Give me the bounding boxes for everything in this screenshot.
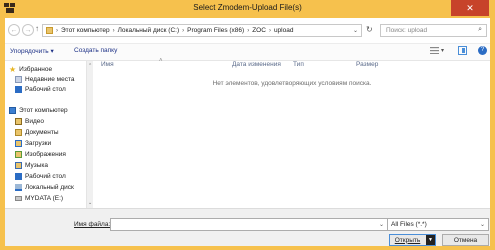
star-icon: ★ <box>9 65 17 74</box>
empty-message: Нет элементов, удовлетворяющих условиям … <box>212 80 372 87</box>
column-header-date[interactable]: Дата изменения <box>232 61 281 68</box>
view-dropdown-icon[interactable]: ▾ <box>441 47 444 54</box>
sidebar-item-video[interactable]: Видео <box>15 117 44 126</box>
folder-icon <box>46 27 53 34</box>
back-button[interactable]: ← <box>8 24 20 36</box>
help-icon[interactable]: ? <box>478 46 487 55</box>
scroll-up-icon[interactable]: ⌃ <box>88 63 92 69</box>
sort-indicator-icon: ˄ <box>159 58 163 64</box>
sidebar-item-desktop[interactable]: Рабочий стол <box>15 85 66 94</box>
sidebar-item-local-disk[interactable]: Локальный диск <box>15 183 74 192</box>
sidebar-item-pictures[interactable]: Изображения <box>15 150 66 159</box>
file-type-value: All Files (*.*) <box>391 221 427 228</box>
recent-places-icon <box>15 76 22 83</box>
sidebar-item-label: Документы <box>25 129 59 136</box>
sidebar-item-label: Загрузки <box>25 140 52 147</box>
favorites-group[interactable]: ★ Избранное <box>9 65 52 74</box>
address-bar[interactable]: › Этот компьютер › Локальный диск (C:) ›… <box>42 24 362 37</box>
open-dropdown-icon[interactable]: ▼ <box>426 235 435 245</box>
address-history-dropdown[interactable]: ⌄ <box>353 27 358 34</box>
sidebar-item-mydata[interactable]: MYDATA (E:) <box>15 194 63 203</box>
chevron-down-icon: ⌄ <box>353 28 359 34</box>
sidebar-item-desktop-folder[interactable]: Рабочий стол <box>15 172 66 181</box>
command-toolbar: Упорядочить ▾ Создать папку ▾ ? <box>5 44 490 61</box>
navigation-bar: ← → ↑ › Этот компьютер › Локальный диск … <box>5 18 490 44</box>
breadcrumb-program-files[interactable]: Program Files (x86) <box>187 27 244 34</box>
this-pc-group[interactable]: Этот компьютер <box>9 106 68 115</box>
title-bar[interactable]: Select Zmodem-Upload File(s) ✕ <box>0 0 495 17</box>
search-icon: ⌕ <box>478 26 482 33</box>
documents-folder-icon <box>15 129 22 136</box>
column-header-name[interactable]: Имя <box>101 61 114 68</box>
preview-pane-icon[interactable] <box>458 46 467 55</box>
chevron-down-icon: ⌄ <box>479 222 485 228</box>
local-disk-icon <box>15 184 22 191</box>
filename-input[interactable]: ⌄ <box>110 218 388 231</box>
sidebar-item-label: MYDATA (E:) <box>25 195 64 202</box>
chevron-right-icon: › <box>56 27 58 34</box>
window-border <box>490 18 495 250</box>
sidebar-item-label: Музыка <box>25 162 48 169</box>
arrow-left-icon: ← <box>10 26 18 34</box>
music-folder-icon <box>15 162 22 169</box>
sidebar-item-documents[interactable]: Документы <box>15 128 59 137</box>
refresh-button[interactable]: ↻ <box>366 25 373 34</box>
navigation-scrollbar[interactable]: ⌃ ⌄ <box>86 61 93 208</box>
bottom-panel: Имя файла: ⌄ All Files (*.*) ⌄ Открыть ▼… <box>5 208 490 246</box>
video-folder-icon <box>15 118 22 125</box>
close-icon: ✕ <box>466 2 474 13</box>
search-input[interactable]: Поиск: upload <box>386 27 427 34</box>
forward-button[interactable]: → <box>22 24 34 36</box>
sidebar-item-recent-places[interactable]: Недавние места <box>15 75 75 84</box>
new-folder-button[interactable]: Создать папку <box>74 47 117 54</box>
refresh-icon: ↻ <box>366 25 373 34</box>
open-button[interactable]: Открыть ▼ <box>389 234 436 246</box>
sidebar-item-downloads[interactable]: Загрузки <box>15 139 51 148</box>
arrow-right-icon: → <box>24 26 32 34</box>
chevron-right-icon: › <box>182 27 185 34</box>
breadcrumb-upload[interactable]: upload <box>274 27 294 34</box>
pictures-folder-icon <box>15 151 22 158</box>
favorites-label: Избранное <box>19 66 53 73</box>
navigation-pane: ★ Избранное Недавние места Рабочий стол … <box>5 61 93 208</box>
sidebar-item-label: Рабочий стол <box>25 86 66 93</box>
chevron-right-icon: › <box>112 27 115 34</box>
window-title: Select Zmodem-Upload File(s) <box>193 3 302 12</box>
file-type-select[interactable]: All Files (*.*) ⌄ <box>387 218 489 231</box>
column-header-type[interactable]: Тип <box>293 61 304 68</box>
up-button[interactable]: ↑ <box>35 24 39 33</box>
sidebar-item-music[interactable]: Музыка <box>15 161 48 170</box>
breadcrumb-local-disk[interactable]: Локальный диск (C:) <box>118 27 180 34</box>
column-header-size[interactable]: Размер <box>356 61 378 68</box>
scroll-down-icon[interactable]: ⌄ <box>88 200 92 206</box>
downloads-folder-icon <box>15 140 22 147</box>
computer-icon <box>9 107 16 114</box>
filename-label: Имя файла: <box>74 221 111 228</box>
this-pc-label: Этот компьютер <box>19 107 68 114</box>
drive-icon <box>15 196 22 201</box>
view-options-icon[interactable] <box>430 47 439 54</box>
sidebar-item-label: Недавние места <box>25 76 75 83</box>
desktop-folder-icon <box>15 173 22 180</box>
breadcrumb-zoc[interactable]: ZOC <box>252 27 266 34</box>
close-button[interactable]: ✕ <box>451 0 489 16</box>
organize-button[interactable]: Упорядочить ▾ <box>10 47 54 55</box>
chevron-down-icon[interactable]: ⌄ <box>379 221 384 228</box>
sidebar-item-label: Видео <box>25 118 44 125</box>
search-box[interactable]: Поиск: upload ⌕ <box>380 24 487 37</box>
open-button-label: Открыть <box>394 236 421 244</box>
breadcrumb-this-pc[interactable]: Этот компьютер <box>61 27 110 34</box>
cancel-button[interactable]: Отмена <box>442 234 489 246</box>
desktop-icon <box>15 86 22 93</box>
file-list[interactable]: ˄ Имя Дата изменения Тип Размер Нет элем… <box>94 58 490 208</box>
arrow-up-icon: ↑ <box>35 24 39 33</box>
chevron-right-icon: › <box>247 27 250 34</box>
sidebar-item-label: Рабочий стол <box>25 173 66 180</box>
sidebar-item-label: Локальный диск <box>25 184 74 191</box>
sidebar-item-label: Изображения <box>25 151 66 158</box>
chevron-right-icon: › <box>268 27 271 34</box>
